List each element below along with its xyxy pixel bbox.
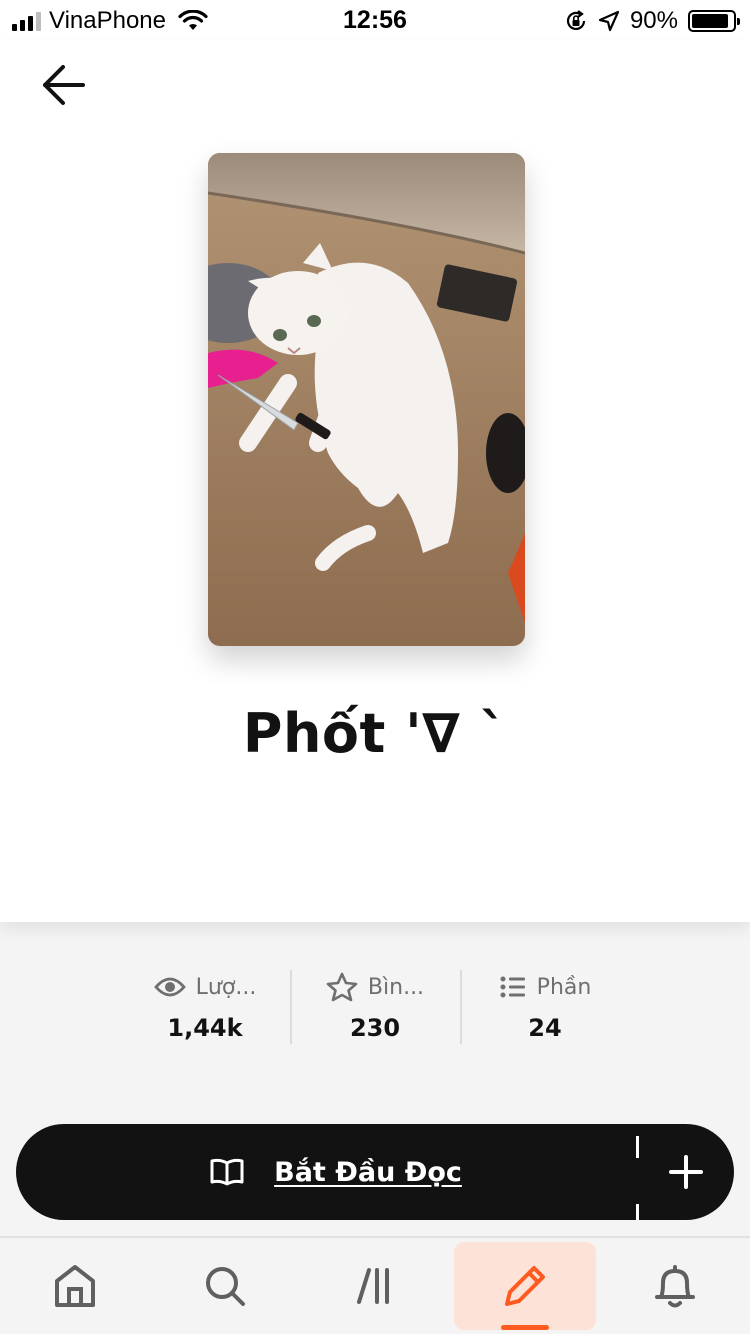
read-action-bar: Bắt Đầu Đọc: [16, 1124, 734, 1220]
battery-percent: 90%: [629, 7, 678, 34]
stat-label: Bìn...: [367, 974, 425, 1000]
stat-reads[interactable]: Lượ... 1,44k: [120, 968, 290, 1044]
bell-icon: [655, 1265, 695, 1308]
stat-label: Phần: [536, 974, 592, 1000]
stat-value: 1,44k: [167, 1014, 243, 1042]
star-icon: [326, 972, 358, 1002]
battery-fill: [692, 14, 728, 28]
search-icon: [206, 1267, 245, 1306]
nav-search[interactable]: [150, 1238, 300, 1334]
story-header: Phốt '∇ `: [0, 40, 750, 922]
nav-notifications[interactable]: [600, 1238, 750, 1334]
rotation-lock-icon: [566, 10, 586, 30]
battery-icon: [688, 10, 740, 32]
stat-value: 24: [528, 1014, 562, 1042]
start-reading-button[interactable]: Bắt Đầu Đọc: [16, 1124, 636, 1220]
start-reading-label: Bắt Đầu Đọc: [274, 1156, 462, 1188]
nav-write[interactable]: [450, 1238, 600, 1334]
back-button[interactable]: [36, 62, 90, 108]
stat-label: Lượ...: [195, 974, 257, 1000]
story-stats: Lượ... 1,44k Bìn... 230 Phần 24: [120, 968, 630, 1044]
add-to-library-button[interactable]: [638, 1124, 734, 1220]
eye-icon: [153, 977, 186, 997]
home-icon: [55, 1265, 95, 1307]
story-cover[interactable]: [208, 153, 525, 646]
stat-header: Phần: [499, 970, 592, 1004]
list-icon: [500, 976, 525, 998]
stat-votes[interactable]: Bìn... 230: [290, 968, 460, 1044]
nav-home[interactable]: [0, 1238, 150, 1334]
location-icon: [598, 10, 620, 32]
stat-header: Lượ...: [153, 970, 257, 1004]
pencil-icon: [505, 1266, 545, 1306]
story-title: Phốt '∇ `: [242, 702, 508, 765]
active-tab-indicator: [501, 1325, 549, 1330]
library-icon: [357, 1268, 389, 1304]
cover-image: [208, 153, 525, 646]
arrow-left-icon: [43, 65, 85, 105]
stat-parts[interactable]: Phần 24: [460, 968, 630, 1044]
divider: [636, 1124, 639, 1220]
book-open-icon: [210, 1158, 244, 1186]
stat-header: Bìn...: [326, 970, 424, 1004]
plus-icon: [669, 1155, 703, 1189]
stat-value: 230: [349, 1014, 401, 1042]
status-right: 90%: [564, 7, 740, 35]
status-bar: VinaPhone 12:56 90%: [0, 0, 750, 40]
nav-library[interactable]: [300, 1238, 450, 1334]
bottom-nav: [0, 1236, 750, 1334]
